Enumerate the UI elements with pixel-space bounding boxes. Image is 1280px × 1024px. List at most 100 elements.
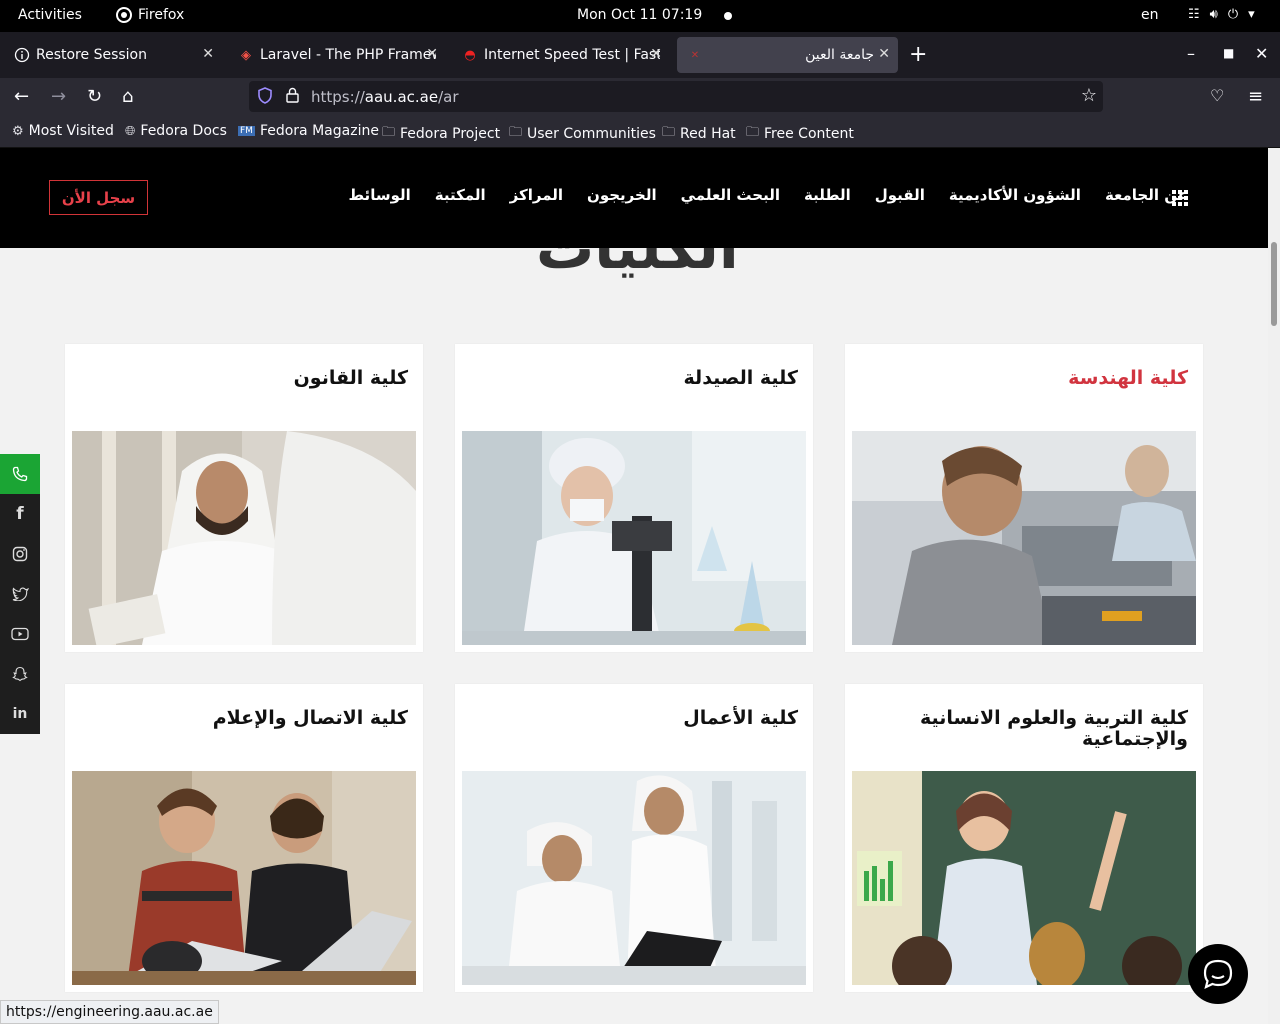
info-icon xyxy=(14,47,30,63)
bookmarks-bar: ⚙ Most Visited 🌐︎ Fedora Docs FM Fedora Mag… xyxy=(0,116,1280,148)
web-page: الكليات سجل الأن عن الجامعة الشؤون الأكا… xyxy=(0,148,1268,1024)
twitter-icon[interactable] xyxy=(0,574,40,614)
minimize-button[interactable]: – xyxy=(1187,44,1195,63)
tab-strip: Restore Session ✕ ◈ Laravel - The PHP Fr… xyxy=(0,32,1280,78)
menu-item-alumni[interactable]: الخريجون xyxy=(587,186,657,204)
tab-label: Restore Session xyxy=(36,47,147,63)
chat-bubble-icon xyxy=(1203,959,1233,989)
bookmark-most-visited[interactable]: ⚙ Most Visited xyxy=(12,123,114,139)
college-title[interactable]: كلية الأعمال xyxy=(498,708,798,729)
url-bar[interactable]: https://aau.ac.ae/ar ☆ xyxy=(249,81,1103,112)
college-title[interactable]: كلية التربية والعلوم الانسانية والإجتماع… xyxy=(888,708,1188,750)
system-menu[interactable]: ☷ 🔊︎ ⏻ ▾ xyxy=(1188,7,1255,22)
college-title[interactable]: كلية القانون xyxy=(108,368,408,389)
power-icon: ⏻ xyxy=(1227,7,1239,22)
firefox-icon xyxy=(116,7,132,23)
back-button[interactable]: ← xyxy=(14,86,29,107)
pocket-icon[interactable]: ♡ xyxy=(1210,86,1224,105)
social-sidebar: f in xyxy=(0,454,40,734)
bookmark-user-communities[interactable]: 🗀︎ User Communities xyxy=(509,123,656,145)
home-button[interactable]: ⌂ xyxy=(122,86,133,107)
system-top-bar: Activities Firefox Mon Oct 11 07:19 en ☷… xyxy=(0,0,1280,32)
phone-icon[interactable] xyxy=(0,454,40,494)
tab-aau[interactable]: ✕ جامعة العين ✕ xyxy=(677,37,898,73)
bookmark-star-icon[interactable]: ☆ xyxy=(1081,85,1097,106)
site-header: سجل الأن عن الجامعة الشؤون الأكاديمية ال… xyxy=(0,148,1268,248)
volume-icon: 🔊︎ xyxy=(1209,7,1218,22)
close-icon[interactable]: ✕ xyxy=(878,46,890,62)
close-icon[interactable]: ✕ xyxy=(650,46,662,62)
bookmark-fedora-project[interactable]: 🗀︎ Fedora Project xyxy=(382,123,500,145)
snapchat-icon[interactable] xyxy=(0,654,40,694)
pharmacy-photo[interactable] xyxy=(462,431,806,645)
close-icon[interactable]: ✕ xyxy=(202,46,214,62)
notification-dot xyxy=(724,12,732,20)
forward-button[interactable]: → xyxy=(51,86,66,107)
network-icon: ☷ xyxy=(1188,7,1200,22)
tab-speed-test[interactable]: ◓ Internet Speed Test | Fast ✕ xyxy=(452,37,670,73)
folder-icon: 🗀︎ xyxy=(509,125,523,140)
activities-button[interactable]: Activities xyxy=(18,7,82,23)
college-card-education[interactable]: كلية التربية والعلوم الانسانية والإجتماع… xyxy=(845,684,1203,992)
college-title[interactable]: كلية الصيدلة xyxy=(498,368,798,389)
college-card-communication[interactable]: كلية الاتصال والإعلام xyxy=(65,684,423,992)
college-card-law[interactable]: كلية القانون xyxy=(65,344,423,652)
college-title[interactable]: كلية الاتصال والإعلام xyxy=(108,708,408,729)
communication-photo[interactable] xyxy=(72,771,416,985)
close-icon[interactable]: ✕ xyxy=(426,46,438,62)
linkedin-icon[interactable]: in xyxy=(0,694,40,734)
bookmark-red-hat[interactable]: 🗀︎ Red Hat xyxy=(662,123,736,145)
app-menu[interactable]: Firefox xyxy=(116,7,184,23)
college-card-pharmacy[interactable]: كلية الصيدلة xyxy=(455,344,813,652)
maximize-button[interactable]: ■ xyxy=(1223,46,1234,60)
clock[interactable]: Mon Oct 11 07:19 xyxy=(577,7,702,23)
chevron-down-icon: ▾ xyxy=(1248,7,1255,22)
folder-icon: 🗀︎ xyxy=(382,125,396,140)
menu-item-library[interactable]: المكتبة xyxy=(435,186,486,204)
tab-laravel[interactable]: ◈ Laravel - The PHP Framew ✕ xyxy=(228,37,446,73)
page-scrollbar[interactable] xyxy=(1268,148,1280,1024)
app-name: Firefox xyxy=(138,7,185,23)
new-tab-button[interactable]: + xyxy=(909,42,927,67)
business-photo[interactable] xyxy=(462,771,806,985)
close-window-button[interactable]: ✕ xyxy=(1255,44,1268,63)
gear-icon: ⚙ xyxy=(12,123,24,139)
menu-item-centers[interactable]: المراكز xyxy=(510,186,563,204)
apply-now-button[interactable]: سجل الأن xyxy=(49,180,148,215)
tab-label: Internet Speed Test | Fast xyxy=(484,47,660,63)
menu-item-research[interactable]: البحث العلمي xyxy=(681,186,780,204)
aau-icon: ✕ xyxy=(690,49,700,61)
speed-icon: ◓ xyxy=(464,47,476,63)
chat-button[interactable] xyxy=(1188,944,1248,1004)
tab-restore-session[interactable]: Restore Session ✕ xyxy=(4,37,222,73)
law-photo[interactable] xyxy=(72,431,416,645)
menu-item-admission[interactable]: القبول xyxy=(875,186,925,204)
apps-grid-icon[interactable] xyxy=(1172,190,1188,206)
navigation-toolbar: ← → ↻ ⌂ https://aau.ac.ae/ar ☆ ♡ ≡ xyxy=(0,78,1280,116)
input-language[interactable]: en xyxy=(1141,7,1159,23)
bookmark-fedora-docs[interactable]: 🌐︎ Fedora Docs xyxy=(125,123,227,139)
main-menu: عن الجامعة الشؤون الأكاديمية القبول الطل… xyxy=(349,186,1189,204)
menu-item-students[interactable]: الطلبة xyxy=(804,186,851,204)
tab-label: Laravel - The PHP Framew xyxy=(260,47,436,63)
bookmark-free-content[interactable]: 🗀︎ Free Content xyxy=(746,123,854,145)
college-card-business[interactable]: كلية الأعمال xyxy=(455,684,813,992)
reload-button[interactable]: ↻ xyxy=(87,86,102,107)
link-status-bar: https://engineering.aau.ac.ae xyxy=(0,1000,219,1024)
youtube-icon[interactable] xyxy=(0,614,40,654)
college-card-engineering[interactable]: كلية الهندسة xyxy=(845,344,1203,652)
engineering-photo[interactable] xyxy=(852,431,1196,645)
scrollbar-thumb[interactable] xyxy=(1271,242,1277,326)
menu-icon[interactable]: ≡ xyxy=(1248,86,1263,107)
shield-icon[interactable] xyxy=(258,87,272,104)
fm-icon: FM xyxy=(238,126,255,136)
college-title[interactable]: كلية الهندسة xyxy=(888,368,1188,389)
bookmark-fedora-magazine[interactable]: FM Fedora Magazine xyxy=(238,123,379,139)
facebook-icon[interactable]: f xyxy=(0,494,40,534)
menu-item-media[interactable]: الوسائط xyxy=(349,186,411,204)
education-photo[interactable] xyxy=(852,771,1196,985)
instagram-icon[interactable] xyxy=(0,534,40,574)
menu-item-academic[interactable]: الشؤون الأكاديمية xyxy=(949,186,1081,204)
url-text[interactable]: https://aau.ac.ae/ar xyxy=(311,88,459,106)
lock-icon[interactable] xyxy=(286,87,299,107)
